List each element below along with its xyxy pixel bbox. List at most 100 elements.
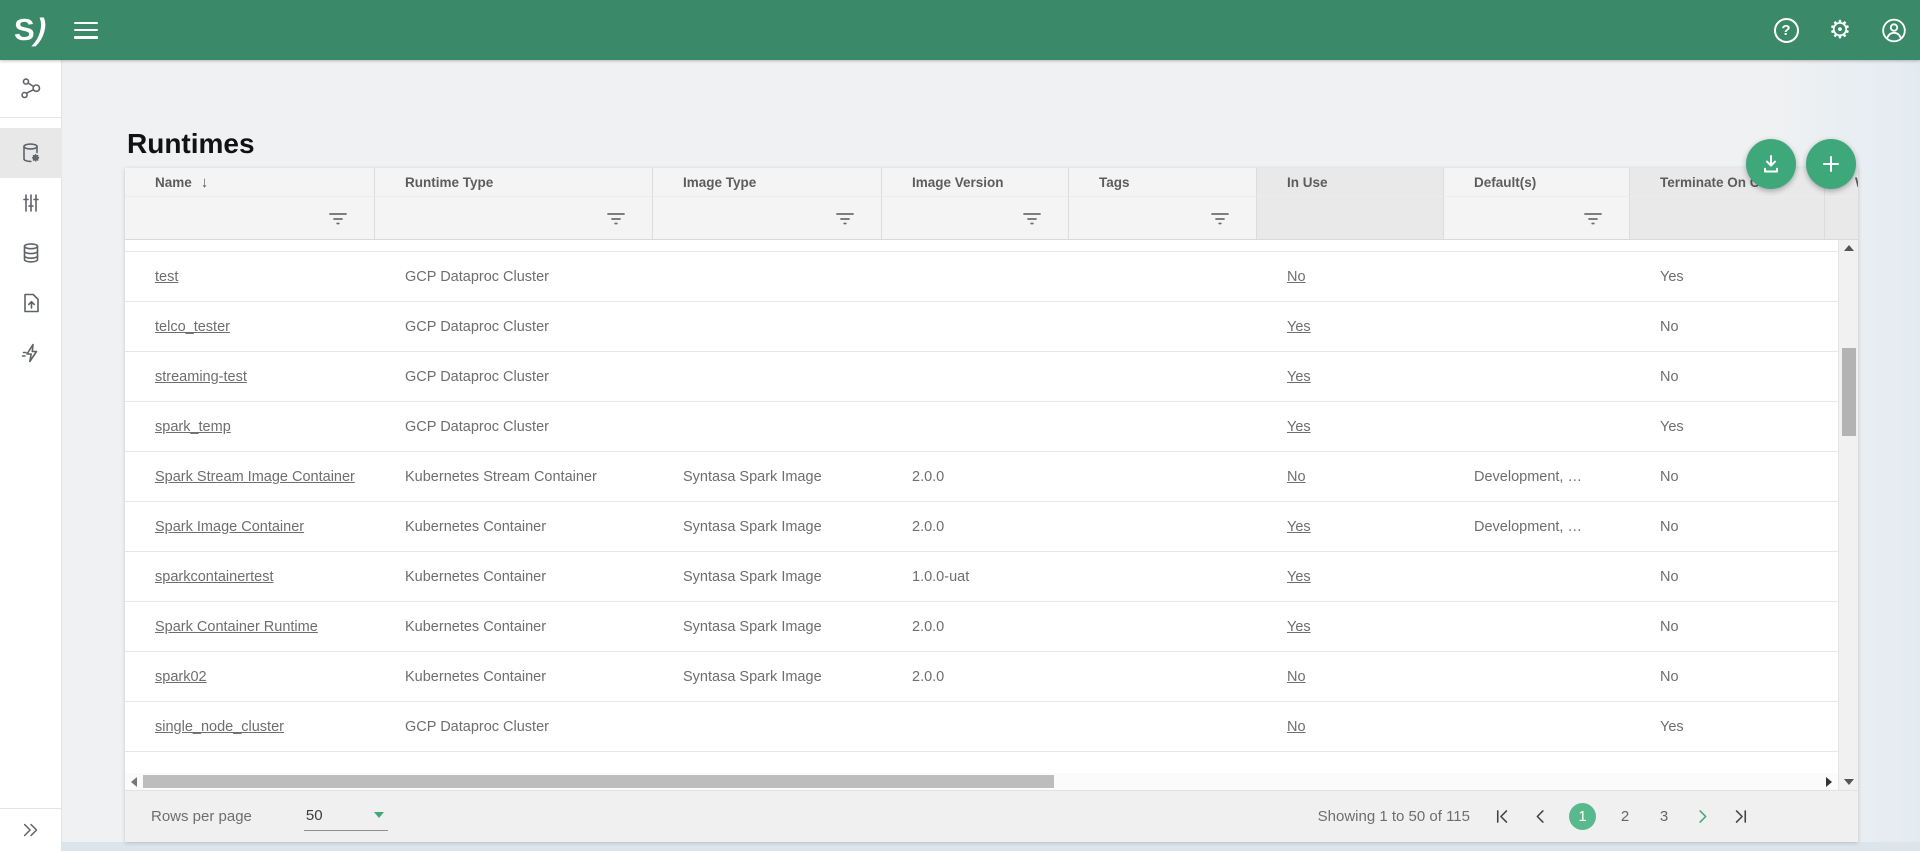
help-icon[interactable]: ? bbox=[1773, 17, 1799, 43]
name-link[interactable]: Spark Container Runtime bbox=[155, 619, 318, 635]
cell-w bbox=[1825, 502, 1838, 551]
in_use-link[interactable]: Yes bbox=[1287, 569, 1311, 585]
horizontal-scrollbar[interactable] bbox=[125, 773, 1838, 790]
sidebar-expand-button[interactable] bbox=[0, 808, 61, 851]
filter-cell-tags[interactable] bbox=[1069, 197, 1257, 240]
scroll-down-arrow-icon[interactable] bbox=[1839, 774, 1858, 790]
sidebar-item-share-nodes[interactable] bbox=[0, 60, 62, 117]
cell-runtime_type: Kubernetes Container bbox=[375, 652, 653, 701]
name-link[interactable]: spark02 bbox=[155, 669, 207, 685]
name-link[interactable]: Spark Stream Image Container bbox=[155, 469, 355, 485]
share-nodes-icon bbox=[19, 77, 43, 101]
column-header-runtime_type[interactable]: Runtime Type bbox=[375, 168, 653, 197]
sort-descending-icon[interactable]: ↓ bbox=[201, 174, 209, 191]
account-icon[interactable] bbox=[1881, 17, 1907, 43]
filter-cell-image_type[interactable] bbox=[653, 197, 882, 240]
sidebar-item-file-upload[interactable] bbox=[0, 278, 62, 328]
cell-defaults bbox=[1444, 652, 1630, 701]
in_use-link[interactable]: Yes bbox=[1287, 419, 1311, 435]
in_use-link[interactable]: No bbox=[1287, 469, 1306, 485]
previous-page-icon[interactable] bbox=[1531, 807, 1550, 826]
page-button-3[interactable]: 3 bbox=[1654, 808, 1674, 825]
scroll-left-arrow-icon[interactable] bbox=[127, 773, 141, 790]
last-page-icon[interactable] bbox=[1731, 807, 1750, 826]
column-header-image_type[interactable]: Image Type bbox=[653, 168, 882, 197]
scroll-right-arrow-icon[interactable] bbox=[1822, 773, 1836, 790]
table-body: test GCP Dataproc Cluster No Yes telco_teste… bbox=[125, 240, 1838, 773]
column-header-name[interactable]: Name↓ bbox=[125, 168, 375, 197]
download-button[interactable] bbox=[1746, 139, 1796, 189]
next-page-icon[interactable] bbox=[1693, 807, 1712, 826]
vertical-scrollbar-thumb[interactable] bbox=[1842, 348, 1856, 436]
cell-tags bbox=[1069, 452, 1257, 501]
column-header-defaults[interactable]: Default(s) bbox=[1444, 168, 1630, 197]
add-button[interactable] bbox=[1806, 139, 1856, 189]
cell-text: Kubernetes Container bbox=[405, 569, 546, 585]
cell-text: No bbox=[1660, 369, 1679, 385]
cell-text: 2.0.0 bbox=[912, 619, 944, 635]
first-page-icon[interactable] bbox=[1493, 807, 1512, 826]
cell-text: Kubernetes Stream Container bbox=[405, 469, 597, 485]
brand-logo[interactable]: S) bbox=[14, 12, 46, 48]
pagination-controls: Showing 1 to 50 of 115 123 bbox=[1318, 803, 1750, 830]
cell-image_version: 2.0.0 bbox=[882, 602, 1069, 651]
menu-icon[interactable] bbox=[74, 22, 98, 39]
column-header-image_version[interactable]: Image Version bbox=[882, 168, 1069, 197]
cell-w bbox=[1825, 352, 1838, 401]
sidebar-item-bolt[interactable] bbox=[0, 328, 62, 378]
in_use-link[interactable]: Yes bbox=[1287, 519, 1311, 535]
cell-text: No bbox=[1660, 319, 1679, 335]
in_use-link[interactable]: No bbox=[1287, 269, 1306, 285]
filter-cell-image_version[interactable] bbox=[882, 197, 1069, 240]
cell-runtime_type: GCP Dataproc Cluster bbox=[375, 302, 653, 351]
scroll-up-arrow-icon[interactable] bbox=[1839, 240, 1858, 256]
cell-name: telco_tester bbox=[125, 302, 375, 351]
filter-cell-terminate_on_com bbox=[1630, 197, 1825, 240]
cell-terminate_on_com: No bbox=[1630, 452, 1825, 501]
name-link[interactable]: telco_tester bbox=[155, 319, 230, 335]
in_use-link[interactable]: Yes bbox=[1287, 619, 1311, 635]
cell-tags bbox=[1069, 702, 1257, 751]
rows-per-page-select[interactable]: 50 bbox=[304, 803, 388, 831]
name-link[interactable]: spark_temp bbox=[155, 419, 231, 435]
name-link[interactable]: streaming-test bbox=[155, 369, 247, 385]
name-link[interactable]: sparkcontainertest bbox=[155, 569, 273, 585]
cell-name: spark_temp bbox=[125, 402, 375, 451]
column-header-tags[interactable]: Tags bbox=[1069, 168, 1257, 197]
vertical-scrollbar[interactable] bbox=[1838, 240, 1858, 790]
column-header-terminate_on_com[interactable]: Terminate On Com bbox=[1630, 168, 1825, 197]
table-row: Spark Image ContainerKubernetes Containe… bbox=[125, 502, 1838, 552]
cell-image_type: Syntasa Spark Image bbox=[653, 552, 882, 601]
cell-text: Yes bbox=[1660, 719, 1684, 735]
in_use-link[interactable]: Yes bbox=[1287, 369, 1311, 385]
column-header-in_use[interactable]: In Use bbox=[1257, 168, 1444, 197]
settings-icon[interactable]: ⚙ bbox=[1827, 17, 1853, 43]
cell-text: 2.0.0 bbox=[912, 669, 944, 685]
cell-image_type: Syntasa Spark Image bbox=[653, 602, 882, 651]
add-icon bbox=[1819, 152, 1843, 176]
cell-image_type bbox=[653, 252, 882, 301]
page-button-1[interactable]: 1 bbox=[1569, 803, 1596, 830]
filter-cell-name[interactable] bbox=[125, 197, 375, 240]
filter-cell-runtime_type[interactable] bbox=[375, 197, 653, 240]
table-row: spark02Kubernetes ContainerSyntasa Spark… bbox=[125, 652, 1838, 702]
cell-text: GCP Dataproc Cluster bbox=[405, 269, 549, 285]
cell-text: No bbox=[1660, 469, 1679, 485]
page-button-2[interactable]: 2 bbox=[1615, 808, 1635, 825]
name-link[interactable]: single_node_cluster bbox=[155, 719, 284, 735]
name-link[interactable]: test bbox=[155, 269, 178, 285]
cell-image_version: 2.0.0 bbox=[882, 452, 1069, 501]
sidebar-item-runtimes[interactable] bbox=[0, 128, 62, 178]
filter-cell-defaults[interactable] bbox=[1444, 197, 1630, 240]
in_use-link[interactable]: Yes bbox=[1287, 319, 1311, 335]
in_use-link[interactable]: No bbox=[1287, 719, 1306, 735]
name-link[interactable]: Spark Image Container bbox=[155, 519, 304, 535]
in_use-link[interactable]: No bbox=[1287, 669, 1306, 685]
cell-tags bbox=[1069, 652, 1257, 701]
column-label: Default(s) bbox=[1474, 175, 1536, 190]
horizontal-scrollbar-thumb[interactable] bbox=[143, 775, 1054, 788]
cell-defaults bbox=[1444, 702, 1630, 751]
filter-icon bbox=[835, 211, 855, 225]
sidebar-item-database[interactable] bbox=[0, 228, 62, 278]
sidebar-item-tune[interactable] bbox=[0, 178, 62, 228]
